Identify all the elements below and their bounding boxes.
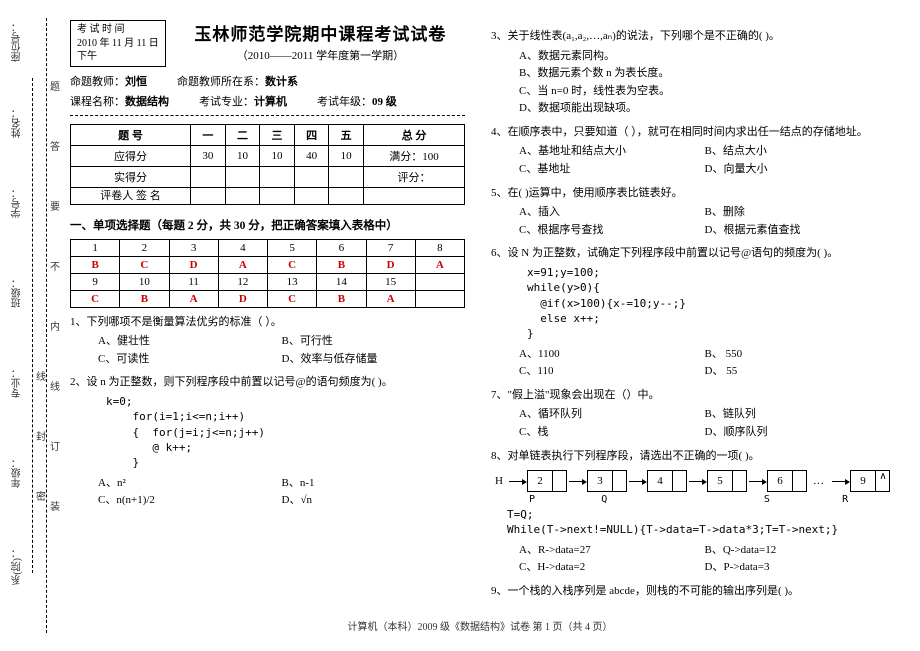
q6-options: A、1100B、 550 C、110D、 55 [491, 346, 890, 381]
left-column: 考 试 时 间 2010 年 11 月 11 日 下午 玉林师范学院期中课程考试… [70, 20, 465, 610]
exam-time-period: 下午 [77, 50, 159, 64]
major: 计算机 [254, 96, 287, 108]
gutter-mark-b: 答 [50, 138, 60, 157]
seal-b: 封 [36, 428, 46, 443]
q4-options: A、基地址和结点大小B、结点大小 C、基地址D、向量大小 [491, 143, 890, 178]
binding-gutter: 座位号： 姓名： 学号： 班级： 专业： 年级： 系(院)： 题 答 要 不 内… [8, 18, 58, 633]
exam-time-box: 考 试 时 间 2010 年 11 月 11 日 下午 [70, 20, 166, 67]
ll-head-label: H [495, 475, 503, 487]
answer-table: 12345678 BCDACBDA 9101112131415 CBADCBA [70, 239, 465, 308]
gutter-mark-d: 不 [50, 258, 60, 277]
q2: 2、设 n 为正整数，则下列程序段中前置以记号@的语句频度为( )。 [70, 374, 465, 391]
q4: 4、在顺序表中，只要知道（ ），就可在相同时间内求出任一结点的存储地址。 [491, 124, 890, 141]
q3: 3、关于线性表(a₁,a₂,…,aₙ)的说法，下列哪个是不正确的( )。 [491, 28, 890, 45]
gutter-mark-h: 装 [50, 498, 60, 517]
q2-code: k=0; for(i=1;i<=n;i++) { for(j=i;j<=n;j+… [70, 394, 465, 471]
page-subtitle: （2010——2011 学年度第一学期） [176, 47, 465, 63]
q8: 8、对单链表执行下列程序段，请选出不正确的一项( )。 [491, 448, 890, 465]
page-title: 玉林师范学院期中课程考试试卷 [176, 20, 465, 45]
gutter-mark-g: 订 [50, 438, 60, 457]
gutter-seat: 座位号： [10, 22, 25, 62]
exam-time-date: 2010 年 11 月 11 日 [77, 37, 159, 51]
q6-code: x=91;y=100; while(y>0){ @if(x>100){x-=10… [491, 265, 890, 342]
gutter-major: 专业： [10, 368, 25, 398]
seal-c: 密 [36, 488, 46, 503]
q7: 7、"假上溢"现象会出现在（）中。 [491, 387, 890, 404]
gutter-class: 班级： [10, 278, 25, 308]
score-table: 题 号 一 二 三 四 五 总 分 应得分 30 10 10 40 10 满分：… [70, 124, 465, 205]
q3-options: A、数据元素同构。 B、数据元素个数 n 为表长度。 C、当 n=0 时，线性表… [491, 48, 890, 118]
gutter-mark-a: 题 [50, 78, 60, 97]
right-column: 3、关于线性表(a₁,a₂,…,aₙ)的说法，下列哪个是不正确的( )。 A、数… [491, 20, 890, 610]
seal-a: 线 [36, 368, 46, 383]
major-label: 考试专业： [199, 96, 254, 108]
gutter-dept: 系(院)： [10, 548, 25, 585]
gutter-sno: 学号： [10, 188, 25, 218]
q1-options: A、健壮性B、可行性 C、可读性D、效率与低存储量 [70, 333, 465, 368]
section-1-title: 一、单项选择题（每题 2 分，共 30 分，把正确答案填入表格中） [70, 217, 465, 233]
q9: 9、一个栈的入栈序列是 abcde，则栈的不可能的输出序列是( )。 [491, 583, 890, 600]
q7-options: A、循环队列B、链队列 C、栈D、顺序队列 [491, 406, 890, 441]
th-num: 题 号 [71, 124, 191, 145]
q5-options: A、插入B、删除 C、根据序号查找D、根据元素值查找 [491, 204, 890, 239]
meta-row-1: 命题教师：刘恒 命题教师所在系：数计系 [70, 73, 465, 89]
q8-options: A、R->data=27B、Q->data=12 C、H->data=2D、P-… [491, 542, 890, 577]
gutter-mark-f: 线 [50, 378, 60, 397]
ll-ellipsis: … [807, 475, 830, 487]
q6: 6、设 N 为正整数，试确定下列程序段中前置以记号@语句的频度为( )。 [491, 245, 890, 262]
q5: 5、在( )运算中，使用顺序表比链表好。 [491, 185, 890, 202]
exam-time-label: 考 试 时 间 [77, 23, 159, 37]
gutter-mark-e: 内 [50, 318, 60, 337]
course: 数据结构 [125, 96, 169, 108]
teacher-label: 命题教师： [70, 76, 125, 88]
gutter-mark-c: 要 [50, 198, 60, 217]
gutter-name: 姓名： [10, 108, 25, 138]
grade: 09 级 [372, 96, 397, 108]
page-footer: 计算机（本科）2009 级《数据结构》试卷 第 1 页（共 4 页） [70, 618, 890, 633]
q2-options: A、n²B、n-1 C、n(n+1)/2D、√n [70, 475, 465, 510]
teacher: 刘恒 [125, 76, 147, 88]
course-label: 课程名称： [70, 96, 125, 108]
gutter-grade: 年级： [10, 458, 25, 488]
q8-code: T=Q; While(T->next!=NULL){T->data=T->dat… [491, 507, 890, 538]
meta-row-2: 课程名称：数据结构 考试专业：计算机 考试年级：09 级 [70, 93, 465, 109]
dept-label: 命题教师所在系： [177, 76, 265, 88]
linked-list-diagram: H 2 3 4 5 6 … 9∧ [495, 470, 890, 492]
exam-body: 考 试 时 间 2010 年 11 月 11 日 下午 玉林师范学院期中课程考试… [70, 20, 890, 610]
q1: 1、下列哪项不是衡量算法优劣的标准（ ）。 [70, 314, 465, 331]
dept: 数计系 [265, 76, 298, 88]
ll-pointer-labels: P Q S R [529, 494, 890, 505]
grade-label: 考试年级： [317, 96, 372, 108]
